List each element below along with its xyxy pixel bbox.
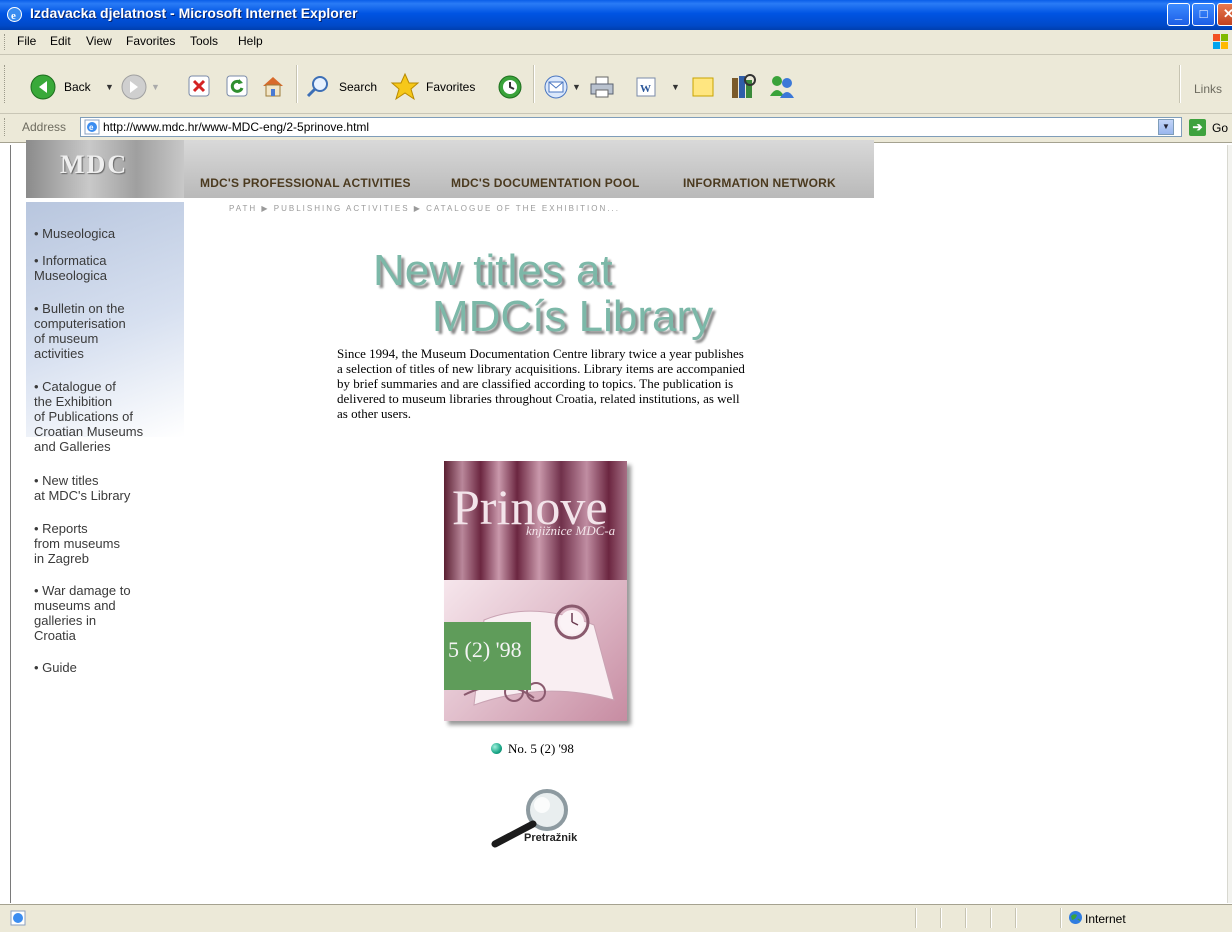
page-icon: e	[84, 119, 100, 135]
sidebar-item-reports[interactable]: • Reports from museums in Zagreb	[34, 521, 120, 566]
go-button[interactable]: Go	[1212, 121, 1228, 135]
links-label[interactable]: Links	[1194, 82, 1222, 96]
nav-professional-activities[interactable]: MDC'S PROFESSIONAL ACTIVITIES	[200, 176, 411, 190]
vertical-scrollbar[interactable]	[1227, 145, 1232, 903]
menu-tools[interactable]: Tools	[190, 34, 218, 48]
star-icon	[390, 72, 420, 101]
page-title-line1: New titles at	[373, 246, 613, 295]
mdc-logo: MDC	[60, 150, 129, 179]
forward-arrow-icon[interactable]	[121, 74, 147, 100]
sidebar-item-informatica-museologica[interactable]: • Informatica Museologica	[34, 253, 107, 283]
stop-icon[interactable]	[188, 75, 210, 97]
minimize-button[interactable]: _	[1167, 3, 1190, 26]
back-dropdown-icon[interactable]: ▼	[105, 82, 114, 92]
intro-paragraph: Since 1994, the Museum Documentation Cen…	[337, 346, 745, 421]
mail-dropdown-icon[interactable]: ▼	[572, 82, 581, 92]
printer-icon[interactable]	[588, 74, 616, 100]
magnifier-icon	[306, 76, 328, 98]
security-zone-label: Internet	[1085, 912, 1126, 926]
refresh-icon[interactable]	[226, 75, 248, 97]
toolbar-separator	[533, 65, 535, 103]
status-separator	[1060, 908, 1062, 928]
address-bar: Address e http://www.mdc.hr/www-MDC-eng/…	[0, 114, 1232, 143]
standard-toolbar: Back ▼ ▼ Search Favorites ▼ W ▼ Links	[0, 55, 1232, 114]
svg-text:W: W	[640, 83, 651, 95]
address-label: Address	[22, 120, 67, 134]
back-arrow-icon	[30, 74, 56, 100]
research-icon[interactable]	[728, 72, 758, 102]
breadcrumb[interactable]: PATH ▶ PUBLISHING ACTIVITIES ▶ CATALOGUE…	[229, 204, 620, 213]
home-icon[interactable]	[260, 73, 286, 99]
mail-icon[interactable]	[543, 74, 571, 100]
sidebar-item-new-titles[interactable]: • New titles at MDC's Library	[34, 473, 130, 503]
nav-information-network[interactable]: INFORMATION NETWORK	[683, 176, 836, 190]
status-separator	[1015, 908, 1017, 928]
menu-help[interactable]: Help	[238, 34, 263, 48]
status-separator	[915, 908, 917, 928]
search-link-label[interactable]: Pretražnik	[524, 832, 577, 844]
favorites-label: Favorites	[426, 80, 476, 94]
maximize-button[interactable]: □	[1192, 3, 1215, 26]
windows-logo-icon	[1213, 34, 1228, 49]
sidebar-item-war-damage[interactable]: • War damage to museums and galleries in…	[34, 583, 131, 643]
go-arrow-icon[interactable]: ➔	[1189, 119, 1206, 136]
title-bar: e Izdavacka djelatnost - Microsoft Inter…	[0, 0, 1232, 30]
menu-file[interactable]: File	[17, 34, 36, 48]
menu-view[interactable]: View	[86, 34, 112, 48]
address-url[interactable]: http://www.mdc.hr/www-MDC-eng/2-5prinove…	[103, 120, 369, 134]
status-bar: Internet	[0, 904, 1232, 932]
status-separator	[990, 908, 992, 928]
status-separator	[940, 908, 942, 928]
cover-issue-number: 5 (2) '98	[448, 637, 522, 662]
globe-icon	[1069, 911, 1082, 924]
history-icon[interactable]	[497, 74, 523, 100]
edit-dropdown-icon[interactable]: ▼	[671, 82, 680, 92]
page-title-line2: MDCís Library	[432, 292, 714, 341]
status-separator	[965, 908, 967, 928]
bullet-icon	[491, 743, 502, 754]
issue-link[interactable]: No. 5 (2) '98	[508, 741, 574, 757]
ie-logo-icon: e	[7, 7, 22, 22]
menu-edit[interactable]: Edit	[50, 34, 71, 48]
menu-favorites[interactable]: Favorites	[126, 34, 175, 48]
window-title: Izdavacka djelatnost - Microsoft Interne…	[30, 5, 358, 21]
edit-word-icon[interactable]: W	[635, 76, 657, 98]
address-grip	[4, 118, 8, 136]
menu-grip	[4, 34, 8, 50]
messenger-icon[interactable]	[767, 72, 797, 102]
sidebar-item-museologica[interactable]: • Museologica	[34, 226, 115, 241]
sidebar-item-guide[interactable]: • Guide	[34, 660, 77, 675]
page-status-icon	[10, 910, 26, 926]
sidebar-item-bulletin[interactable]: • Bulletin on the computerisation of mus…	[34, 301, 126, 361]
forward-dropdown-icon[interactable]: ▼	[151, 82, 160, 92]
nav-documentation-pool[interactable]: MDC'S DOCUMENTATION POOL	[451, 176, 640, 190]
toolbar-separator	[296, 65, 298, 103]
cover-subtitle: knjižnice MDC-a	[526, 523, 616, 538]
menu-bar: File Edit View Favorites Tools Help	[0, 30, 1232, 55]
address-dropdown-icon[interactable]: ▼	[1158, 119, 1174, 135]
toolbar-grip	[4, 65, 8, 103]
svg-text:e: e	[11, 10, 16, 22]
search-label: Search	[339, 80, 378, 94]
back-label: Back	[64, 80, 91, 94]
toolbar-separator	[1179, 65, 1181, 103]
svg-text:e: e	[89, 123, 94, 132]
close-button[interactable]: ✕	[1217, 3, 1232, 26]
discuss-icon[interactable]	[690, 74, 716, 100]
sidebar-item-catalogue[interactable]: • Catalogue of the Exhibition of Publica…	[34, 379, 143, 454]
